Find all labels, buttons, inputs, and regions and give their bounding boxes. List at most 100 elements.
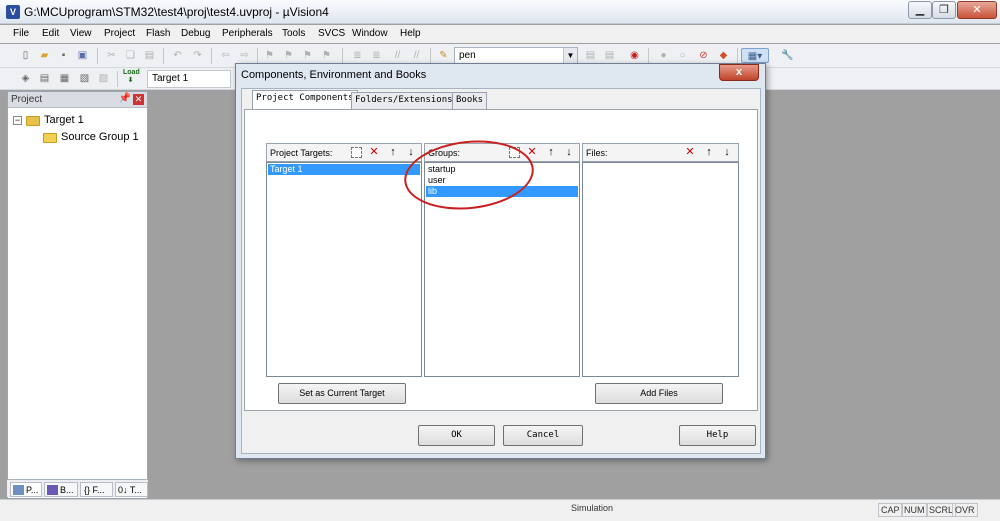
menu-edit[interactable]: Edit xyxy=(42,28,59,39)
paste-icon[interactable]: ▤ xyxy=(142,48,157,63)
undo-icon[interactable]: ↶ xyxy=(170,48,185,63)
menu-help[interactable]: Help xyxy=(400,28,421,39)
find-combo-value: pen xyxy=(459,50,476,61)
ok-button[interactable]: OK xyxy=(418,425,495,446)
help-button[interactable]: Help xyxy=(679,425,756,446)
comment-icon[interactable]: // xyxy=(390,48,405,63)
tab-books[interactable]: B... xyxy=(44,482,78,497)
indent-icon[interactable]: ≣ xyxy=(350,48,365,63)
tab-folders-extensions[interactable]: Folders/Extensions xyxy=(351,92,457,109)
tab-project-components[interactable]: Project Components xyxy=(252,90,358,109)
project-panel-title: Project xyxy=(11,94,43,105)
move-group-down-icon[interactable]: ↓ xyxy=(561,145,577,160)
navigate-back-icon[interactable]: ⇦ xyxy=(218,48,233,63)
kill-breakpoints-icon[interactable]: ◆ xyxy=(716,48,731,63)
status-num: NUM xyxy=(901,503,928,517)
set-current-target-button[interactable]: Set as Current Target xyxy=(278,383,406,404)
targets-header: Project Targets: ✕ ↑ ↓ xyxy=(266,143,422,162)
menu-view[interactable]: View xyxy=(70,28,92,39)
insert-breakpoint-icon[interactable]: ● xyxy=(656,48,671,63)
targets-label: Project Targets: xyxy=(270,148,333,158)
cut-icon[interactable]: ✂ xyxy=(104,48,119,63)
prev-bookmark-icon[interactable]: ⚑ xyxy=(281,48,296,63)
close-window-button[interactable]: ✕ xyxy=(957,1,997,19)
target-icon xyxy=(26,116,40,126)
targets-list[interactable]: Target 1 xyxy=(266,162,422,377)
project-panel-tabs: P... B... {} F... 0↓ T... xyxy=(7,479,148,497)
new-target-icon[interactable] xyxy=(351,147,362,158)
load-flash-button[interactable]: Load ⬇ xyxy=(123,69,140,84)
copy-icon[interactable]: ❏ xyxy=(123,48,138,63)
menu-flash[interactable]: Flash xyxy=(146,28,170,39)
add-files-button[interactable]: Add Files xyxy=(595,383,723,404)
move-target-up-icon[interactable]: ↑ xyxy=(385,145,401,160)
tab-project-label: P... xyxy=(26,485,39,495)
redo-icon[interactable]: ↷ xyxy=(190,48,205,63)
tree-item-target-label: Target 1 xyxy=(44,114,84,126)
menu-window[interactable]: Window xyxy=(352,28,388,39)
minimize-button[interactable]: ▁ xyxy=(908,1,932,19)
tab-templates-label: 0↓ T... xyxy=(118,485,142,495)
restore-icon: ❐ xyxy=(939,4,949,16)
batch-build-icon[interactable]: ▧ xyxy=(77,71,92,86)
status-mode: Simulation xyxy=(571,503,614,513)
rebuild-icon[interactable]: ▦ xyxy=(57,71,72,86)
pin-icon[interactable]: 📌 xyxy=(119,93,131,104)
window-layout-button[interactable]: ▦▾ xyxy=(741,48,769,63)
disable-breakpoints-icon[interactable]: ⊘ xyxy=(696,48,711,63)
translate-icon[interactable]: ◈ xyxy=(18,71,33,86)
navigate-forward-icon[interactable]: ⇨ xyxy=(237,48,252,63)
tab-templates[interactable]: 0↓ T... xyxy=(115,482,148,497)
configure-icon[interactable]: 🔧 xyxy=(780,48,795,63)
move-file-up-icon[interactable]: ↑ xyxy=(701,145,717,160)
find-icon[interactable]: ▤ xyxy=(583,48,598,63)
files-header: Files: ✕ ↑ ↓ xyxy=(582,143,739,162)
move-group-up-icon[interactable]: ↑ xyxy=(543,145,559,160)
tab-books-label: B... xyxy=(60,485,74,495)
status-ovr: OVR xyxy=(952,503,978,517)
window-title: G:\MCUprogram\STM32\test4\proj\test4.uvp… xyxy=(24,5,329,19)
uncomment-icon[interactable]: // xyxy=(409,48,424,63)
target-select[interactable]: Target 1 xyxy=(147,70,231,88)
restore-button[interactable]: ❐ xyxy=(932,1,956,19)
window-title-bar: V G:\MCUprogram\STM32\test4\proj\test4.u… xyxy=(0,0,1000,24)
build-icon[interactable]: ▤ xyxy=(37,71,52,86)
find-in-files-icon[interactable]: ✎ xyxy=(436,48,451,63)
incremental-find-icon[interactable]: ▤ xyxy=(602,48,617,63)
delete-file-icon[interactable]: ✕ xyxy=(682,145,698,160)
next-bookmark-icon[interactable]: ⚑ xyxy=(300,48,315,63)
status-cap: CAP xyxy=(878,503,903,517)
new-file-icon[interactable]: ▯ xyxy=(18,48,33,63)
unindent-icon[interactable]: ≣ xyxy=(369,48,384,63)
tab-functions[interactable]: {} F... xyxy=(80,482,113,497)
panel-close-icon[interactable]: ✕ xyxy=(133,94,144,105)
project-tab-icon xyxy=(13,485,24,495)
save-icon[interactable]: ▪ xyxy=(56,48,71,63)
list-item[interactable]: Target 1 xyxy=(268,164,420,175)
stop-build-icon[interactable]: ▨ xyxy=(96,71,111,86)
chevron-down-icon: ▼ xyxy=(563,48,577,64)
save-all-icon[interactable]: ▣ xyxy=(75,48,90,63)
menu-debug[interactable]: Debug xyxy=(181,28,210,39)
menu-peripherals[interactable]: Peripherals xyxy=(222,28,273,39)
tab-project[interactable]: P... xyxy=(10,482,42,497)
close-icon: ✕ xyxy=(972,4,982,16)
menu-svcs[interactable]: SVCS xyxy=(318,28,345,39)
enable-breakpoint-icon[interactable]: ○ xyxy=(675,48,690,63)
menu-file[interactable]: File xyxy=(13,28,29,39)
menu-project[interactable]: Project xyxy=(104,28,135,39)
collapse-icon[interactable]: − xyxy=(13,116,22,125)
open-folder-icon[interactable]: ▰ xyxy=(37,48,52,63)
bookmark-icon[interactable]: ⚑ xyxy=(262,48,277,63)
cancel-button[interactable]: Cancel xyxy=(503,425,583,446)
tab-books[interactable]: Books xyxy=(452,92,488,109)
dialog-title: Components, Environment and Books xyxy=(241,69,427,81)
menu-tools[interactable]: Tools xyxy=(282,28,305,39)
files-list[interactable] xyxy=(582,162,739,377)
debug-session-icon[interactable]: ◉ xyxy=(627,48,642,63)
move-file-down-icon[interactable]: ↓ xyxy=(719,145,735,160)
delete-target-icon[interactable]: ✕ xyxy=(366,145,382,160)
clear-bookmarks-icon[interactable]: ⚑ xyxy=(319,48,334,63)
books-tab-icon xyxy=(47,485,58,495)
dialog-close-button[interactable]: x xyxy=(719,64,759,81)
